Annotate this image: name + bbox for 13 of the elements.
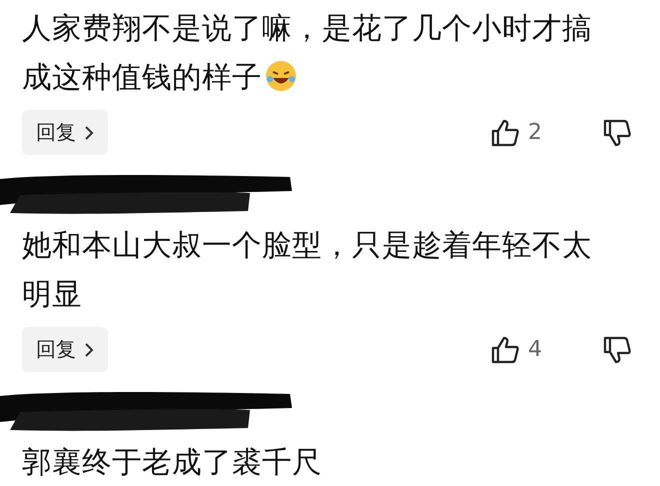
thumbs-down-icon[interactable] bbox=[602, 334, 632, 364]
comment-text: 她和本山大叔一个脸型，只是趁着年轻不太明显 bbox=[22, 227, 593, 313]
like-count: 4 bbox=[528, 337, 542, 362]
chevron-right-icon bbox=[84, 342, 94, 358]
chevron-right-icon bbox=[84, 124, 94, 140]
comment-text: 人家费翔不是说了嘛，是花了几个小时才搞成这种值钱的样子 bbox=[22, 10, 593, 96]
reply-button[interactable]: 回复 bbox=[22, 110, 108, 155]
thumbs-down-icon[interactable] bbox=[602, 118, 632, 148]
thumbs-up-icon[interactable] bbox=[490, 334, 520, 364]
thumbs-up-icon[interactable] bbox=[490, 118, 520, 148]
comment-text: 郭襄终于老成了裘千尺 bbox=[22, 444, 323, 481]
reply-button[interactable]: 回复 bbox=[22, 327, 108, 372]
like-count: 2 bbox=[528, 120, 542, 145]
